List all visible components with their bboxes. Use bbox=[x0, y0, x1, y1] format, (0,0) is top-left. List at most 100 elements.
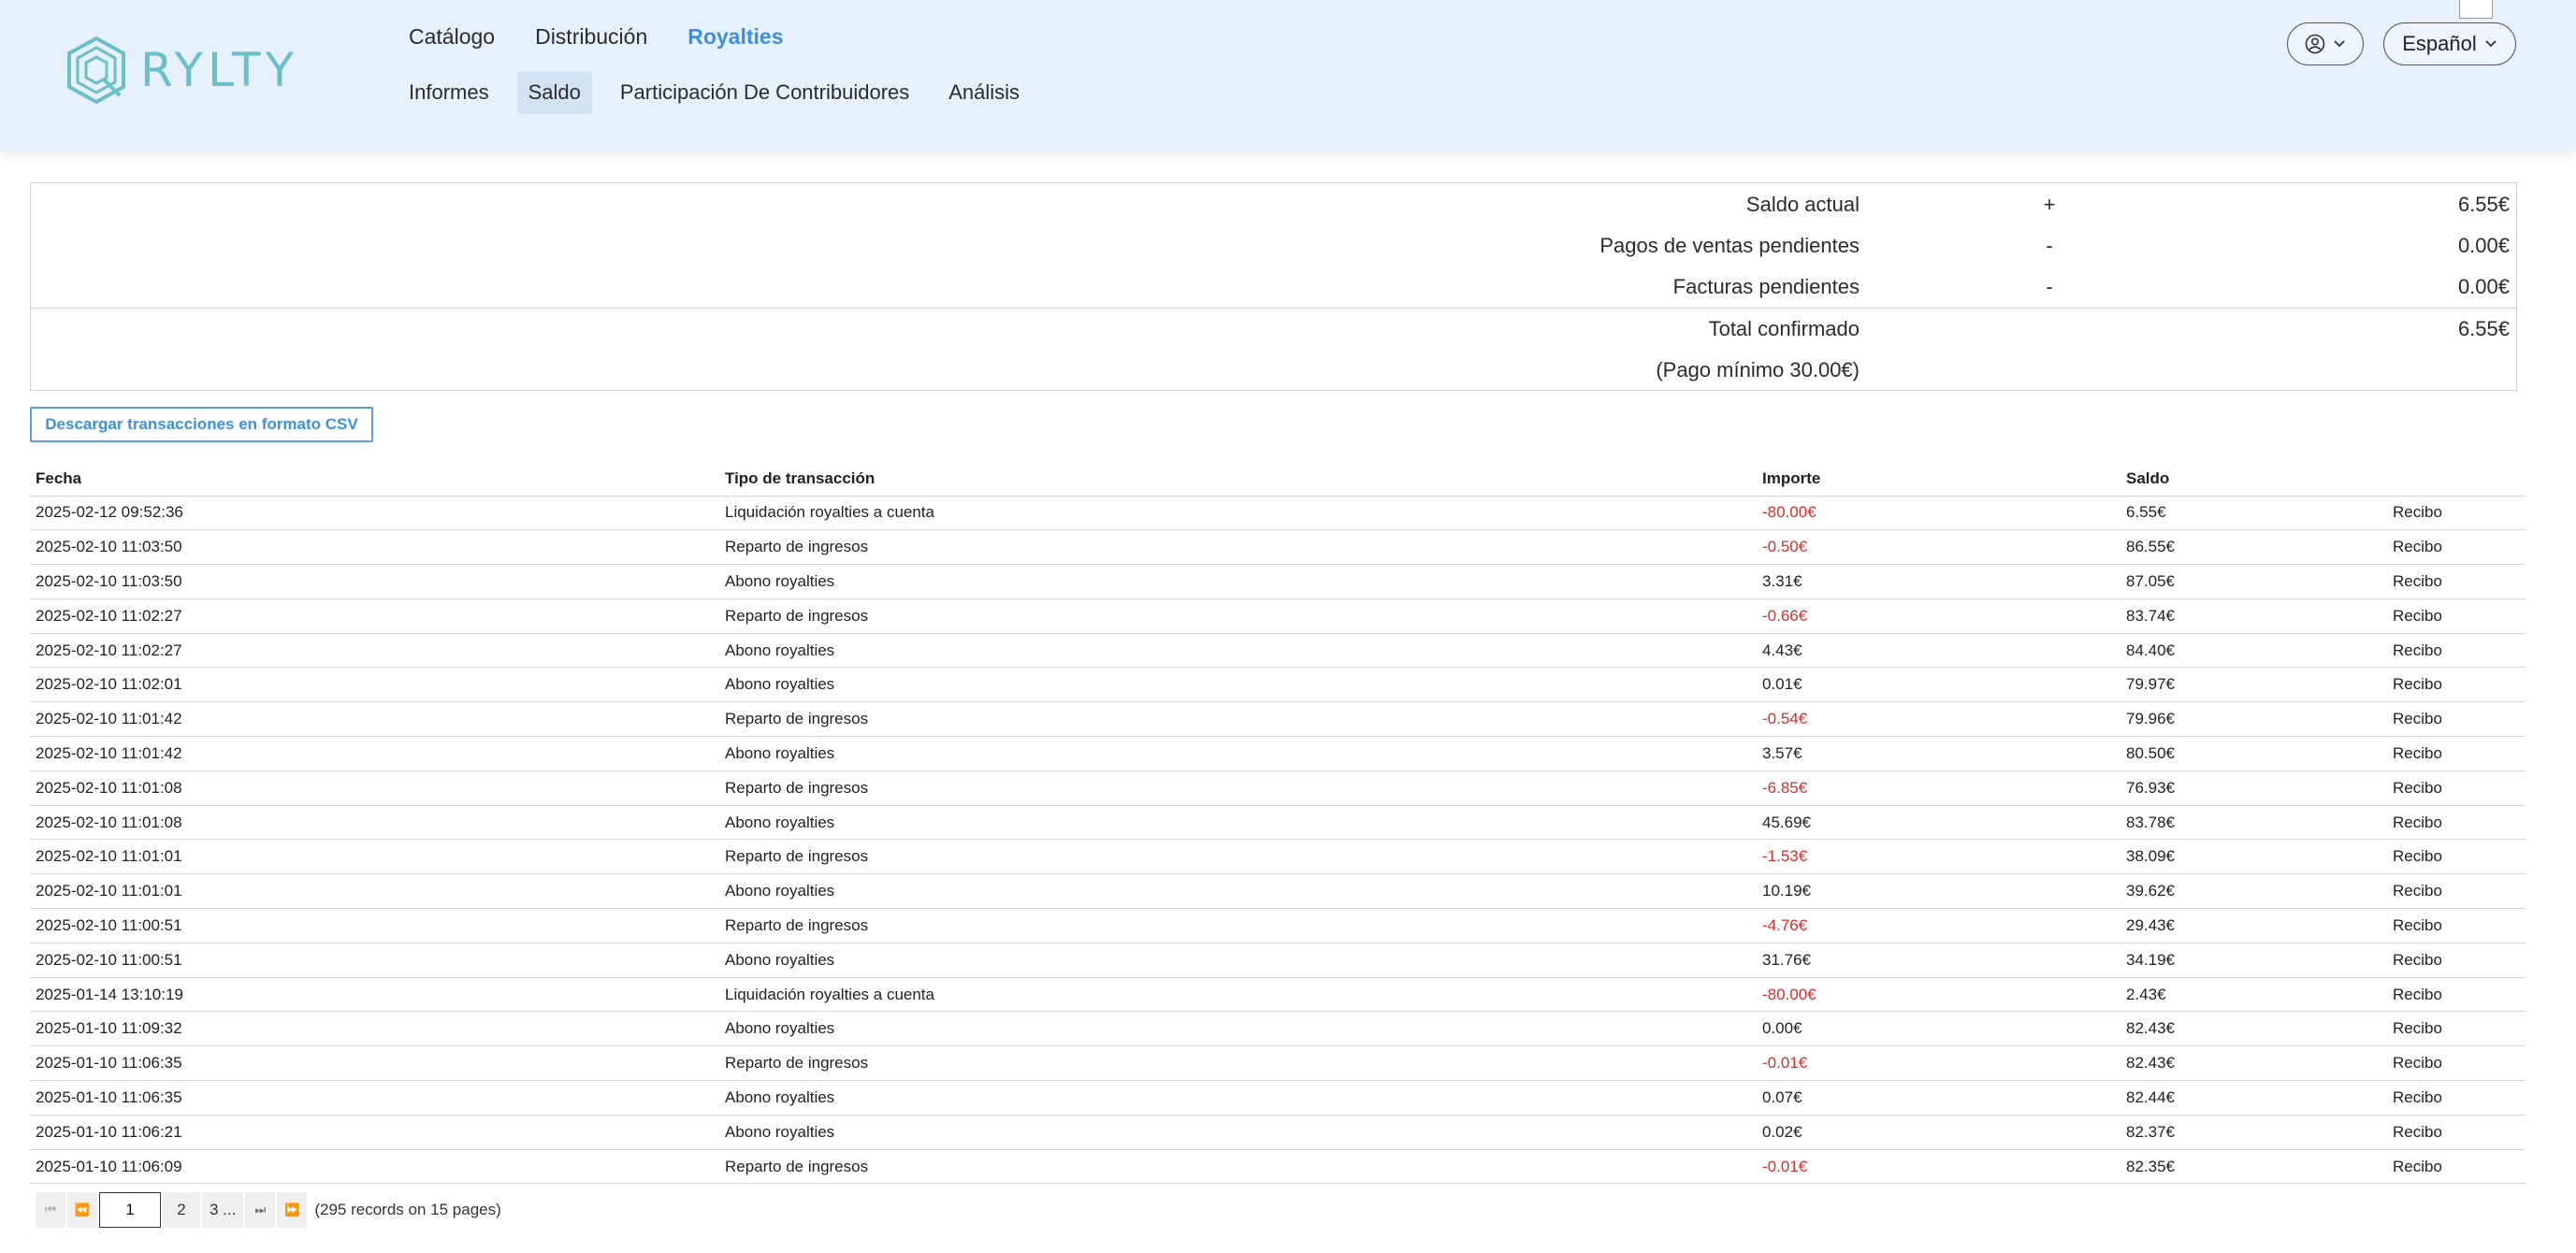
page-link[interactable]: 2 bbox=[163, 1192, 200, 1228]
receipt-link[interactable]: Recibo bbox=[2387, 598, 2525, 634]
cell-importe: 0.07€ bbox=[1757, 1080, 2120, 1116]
receipt-link[interactable]: Recibo bbox=[2387, 1011, 2525, 1046]
cell-fecha: 2025-02-10 11:02:27 bbox=[30, 632, 719, 668]
cell-saldo: 82.35€ bbox=[2120, 1148, 2387, 1185]
cell-importe: -80.00€ bbox=[1757, 976, 2120, 1012]
receipt-link[interactable]: Recibo bbox=[2387, 632, 2525, 668]
user-menu-button[interactable] bbox=[2287, 22, 2364, 65]
page-link-more[interactable]: 3 ... bbox=[202, 1192, 244, 1228]
table-row: 2025-02-10 11:00:51 Reparto de ingresos -4… bbox=[30, 908, 2525, 943]
table-row: 2025-02-10 11:02:27 Reparto de ingresos -0… bbox=[30, 598, 2525, 634]
summary-label: Pagos de ventas pendientes bbox=[1599, 234, 1860, 257]
summary-label: Saldo actual bbox=[1745, 193, 1860, 216]
next-page-icon[interactable]: ⏭ bbox=[245, 1192, 276, 1228]
cell-tipo: Reparto de ingresos bbox=[719, 839, 1757, 874]
cell-fecha: 2025-02-10 11:01:01 bbox=[30, 873, 719, 909]
cell-tipo: Abono royalties bbox=[719, 804, 1757, 840]
receipt-link[interactable]: Recibo bbox=[2387, 804, 2525, 840]
table-row: 2025-02-10 11:01:08 Reparto de ingresos -6… bbox=[30, 770, 2525, 806]
receipt-link[interactable]: Recibo bbox=[2387, 873, 2525, 909]
receipt-link[interactable]: Recibo bbox=[2387, 1045, 2525, 1081]
receipt-link[interactable]: Recibo bbox=[2387, 839, 2525, 874]
receipt-link[interactable]: Recibo bbox=[2387, 976, 2525, 1012]
cell-tipo: Abono royalties bbox=[719, 1114, 1757, 1150]
cell-tipo: Abono royalties bbox=[719, 873, 1757, 909]
cell-saldo: 82.37€ bbox=[2120, 1114, 2387, 1150]
column-header-saldo[interactable]: Saldo bbox=[2120, 462, 2387, 496]
rylty-logo-icon bbox=[67, 36, 125, 105]
table-row: 2025-01-10 11:06:35 Reparto de ingresos -0… bbox=[30, 1045, 2525, 1081]
chevron-down-icon bbox=[2334, 40, 2345, 48]
receipt-link[interactable]: Recibo bbox=[2387, 701, 2525, 737]
cell-tipo: Liquidación royalties a cuenta bbox=[719, 976, 1757, 1012]
nav-catalogo[interactable]: Catálogo bbox=[409, 24, 495, 50]
receipt-link[interactable]: Recibo bbox=[2387, 529, 2525, 565]
language-selector[interactable]: Español bbox=[2383, 22, 2516, 65]
cell-saldo: 2.43€ bbox=[2120, 976, 2387, 1012]
table-row: 2025-02-12 09:52:36 Liquidación royalties… bbox=[30, 495, 2525, 530]
main-nav: Catálogo Distribución Royalties bbox=[409, 24, 784, 50]
page-current[interactable]: 1 bbox=[99, 1192, 161, 1228]
first-page-icon[interactable]: ⏮ bbox=[36, 1192, 65, 1228]
receipt-link[interactable]: Recibo bbox=[2387, 770, 2525, 806]
prev-page-icon[interactable]: ⏪ bbox=[67, 1192, 97, 1228]
summary-label: Facturas pendientes bbox=[1672, 275, 1860, 298]
cell-fecha: 2025-02-10 11:00:51 bbox=[30, 942, 719, 978]
brand-logo[interactable]: RYLTY bbox=[65, 34, 299, 107]
column-header-importe[interactable]: Importe bbox=[1757, 462, 2120, 496]
cell-fecha: 2025-01-10 11:06:21 bbox=[30, 1114, 719, 1150]
cell-saldo: 84.40€ bbox=[2120, 632, 2387, 668]
balance-summary: Saldo actual + 6.55€ Pagos de ventas pen… bbox=[30, 182, 2517, 391]
cell-tipo: Reparto de ingresos bbox=[719, 908, 1757, 943]
cell-tipo: Reparto de ingresos bbox=[719, 529, 1757, 565]
receipt-link[interactable]: Recibo bbox=[2387, 736, 2525, 771]
transactions-body: 2025-02-12 09:52:36 Liquidación royalties… bbox=[30, 495, 2525, 1185]
corner-checkbox[interactable] bbox=[2459, 0, 2493, 19]
subnav-informes[interactable]: Informes bbox=[409, 71, 500, 114]
summary-row-pending-invoices: Facturas pendientes - 0.00€ bbox=[31, 266, 2516, 307]
receipt-link[interactable]: Recibo bbox=[2387, 564, 2525, 599]
table-row: 2025-02-10 11:02:27 Abono royalties 4.43€ 8… bbox=[30, 632, 2525, 668]
receipt-link[interactable]: Recibo bbox=[2387, 908, 2525, 943]
summary-row-pending-sales: Pagos de ventas pendientes - 0.00€ bbox=[31, 224, 2516, 266]
cell-fecha: 2025-01-10 11:09:32 bbox=[30, 1011, 719, 1046]
table-row: 2025-02-10 11:00:51 Abono royalties 31.76€… bbox=[30, 942, 2525, 978]
table-row: 2025-02-10 11:03:50 Reparto de ingresos -0… bbox=[30, 529, 2525, 565]
nav-royalties[interactable]: Royalties bbox=[687, 24, 783, 50]
cell-tipo: Abono royalties bbox=[719, 667, 1757, 702]
language-label: Español bbox=[2402, 32, 2477, 55]
receipt-link[interactable]: Recibo bbox=[2387, 1080, 2525, 1116]
cell-importe: -6.85€ bbox=[1757, 770, 2120, 806]
cell-saldo: 34.19€ bbox=[2120, 942, 2387, 978]
minimum-payment-note: (Pago mínimo 30.00€) bbox=[1656, 358, 1860, 382]
receipt-link[interactable]: Recibo bbox=[2387, 495, 2525, 530]
summary-row-total: Total confirmado 6.55€ bbox=[31, 308, 2516, 349]
summary-sign: + bbox=[2043, 193, 2056, 216]
cell-tipo: Reparto de ingresos bbox=[719, 701, 1757, 737]
receipt-link[interactable]: Recibo bbox=[2387, 667, 2525, 702]
download-csv-button[interactable]: Descargar transacciones en formato CSV bbox=[30, 407, 373, 442]
cell-tipo: Abono royalties bbox=[719, 1080, 1757, 1116]
summary-sign: - bbox=[2046, 234, 2053, 257]
cell-fecha: 2025-02-10 11:01:42 bbox=[30, 701, 719, 737]
cell-saldo: 79.97€ bbox=[2120, 667, 2387, 702]
receipt-link[interactable]: Recibo bbox=[2387, 942, 2525, 978]
subnav-saldo[interactable]: Saldo bbox=[516, 71, 592, 114]
summary-sign: - bbox=[2046, 275, 2053, 298]
subnav-participacion[interactable]: Participación De Contribuidores bbox=[609, 71, 920, 114]
cell-importe: -1.53€ bbox=[1757, 839, 2120, 874]
last-page-icon[interactable]: ⏩ bbox=[277, 1192, 308, 1228]
cell-importe: 0.01€ bbox=[1757, 667, 2120, 702]
cell-importe: 3.57€ bbox=[1757, 736, 2120, 771]
receipt-link[interactable]: Recibo bbox=[2387, 1114, 2525, 1150]
cell-saldo: 38.09€ bbox=[2120, 839, 2387, 874]
summary-amount: 6.55€ bbox=[2457, 317, 2510, 340]
nav-distribucion[interactable]: Distribución bbox=[535, 24, 647, 50]
subnav-analisis[interactable]: Análisis bbox=[937, 71, 1031, 114]
cell-tipo: Reparto de ingresos bbox=[719, 1045, 1757, 1081]
column-header-fecha[interactable]: Fecha bbox=[30, 462, 719, 496]
cell-tipo: Abono royalties bbox=[719, 1011, 1757, 1046]
cell-saldo: 82.43€ bbox=[2120, 1045, 2387, 1081]
column-header-tipo[interactable]: Tipo de transacción bbox=[719, 462, 1757, 496]
receipt-link[interactable]: Recibo bbox=[2387, 1148, 2525, 1185]
